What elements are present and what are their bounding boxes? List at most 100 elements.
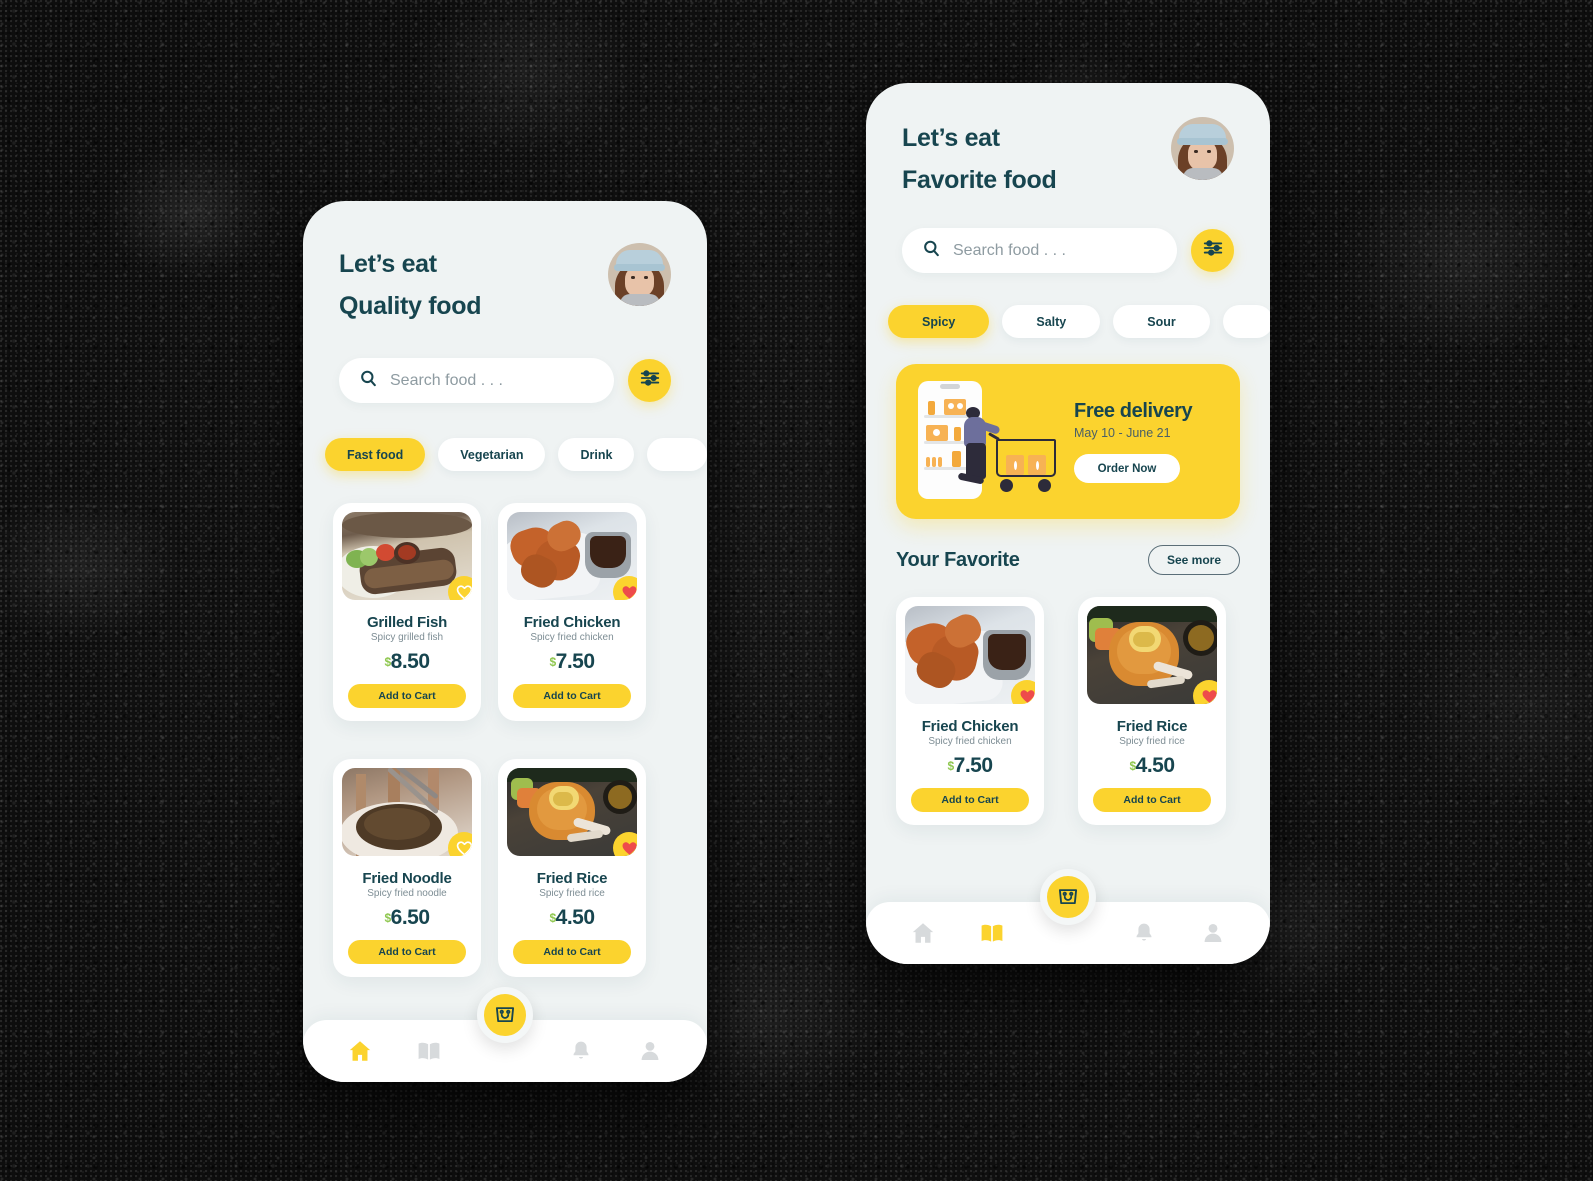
avatar-eye-left xyxy=(631,276,635,279)
nav-item-notifications[interactable] xyxy=(1124,921,1164,945)
food-name: Fried Noodle xyxy=(362,870,452,887)
search-placeholder: Search food . . . xyxy=(390,371,503,389)
food-card-fried-rice[interactable]: Fried Rice Spicy fried rice $4.50 Add to… xyxy=(498,759,646,977)
avatar-hat-brim xyxy=(1177,138,1228,145)
chip-overflow[interactable] xyxy=(647,438,707,471)
promo-banner[interactable]: Free delivery May 10 - June 21 Order Now xyxy=(896,364,1240,519)
category-chips: Spicy Salty Sour xyxy=(866,305,1270,338)
filter-button[interactable] xyxy=(1191,229,1234,272)
food-description: Spicy grilled fish xyxy=(370,632,444,643)
avatar-hat-brim xyxy=(614,264,665,271)
favorites-section-header: Your Favorite See more xyxy=(896,545,1240,575)
price-value: 4.50 xyxy=(555,906,595,929)
search-icon xyxy=(922,239,941,263)
food-grid: Grilled Fish Spicy grilled fish $8.50 Ad… xyxy=(303,503,707,977)
avatar-body xyxy=(1183,168,1223,180)
price-value: 8.50 xyxy=(390,650,430,673)
fried-rice-photo xyxy=(1087,606,1217,704)
price-value: 6.50 xyxy=(390,906,430,929)
fried-chicken-photo xyxy=(905,606,1035,704)
food-card-fried-rice[interactable]: Fried Rice Spicy fried rice $4.50 Add to… xyxy=(1078,597,1226,825)
avatar[interactable] xyxy=(608,243,671,306)
food-card-fried-chicken[interactable]: Fried Chicken Spicy fried chicken $7.50 … xyxy=(896,597,1044,825)
nav-item-notifications[interactable] xyxy=(561,1039,601,1063)
chip-spicy[interactable]: Spicy xyxy=(888,305,990,338)
screen-favorite-food: Let’s eat Favorite food Search food . . … xyxy=(866,83,1270,964)
avatar-eye-right xyxy=(1207,150,1211,153)
promo-subtitle: May 10 - June 21 xyxy=(1074,426,1171,440)
chip-salty[interactable]: Salty xyxy=(1002,305,1101,338)
food-description: Spicy fried noodle xyxy=(367,888,447,899)
search-input[interactable]: Search food . . . xyxy=(339,358,614,403)
food-price: $8.50 xyxy=(342,650,472,674)
food-description: Spicy fried rice xyxy=(1119,736,1185,747)
filter-button[interactable] xyxy=(628,359,671,402)
nav-item-profile[interactable] xyxy=(1193,921,1233,945)
nav-item-home[interactable] xyxy=(903,920,943,946)
add-to-cart-button[interactable]: Add to Cart xyxy=(911,788,1029,812)
chip-overflow[interactable] xyxy=(1222,305,1270,338)
add-to-cart-button[interactable]: Add to Cart xyxy=(348,684,466,708)
promo-title: Free delivery xyxy=(1074,400,1193,422)
grilled-fish-photo xyxy=(342,512,472,600)
food-card-fried-noodle[interactable]: Fried Noodle Spicy fried noodle $6.50 Ad… xyxy=(333,759,481,977)
favorite-toggle[interactable] xyxy=(613,832,637,856)
nav-item-home[interactable] xyxy=(340,1038,380,1064)
food-description: Spicy fried rice xyxy=(539,888,605,899)
food-card-fried-chicken[interactable]: Fried Chicken Spicy fried chicken $7.50 … xyxy=(498,503,646,721)
background-speckle-layer xyxy=(0,0,1593,1181)
nav-item-book[interactable] xyxy=(972,920,1012,946)
food-name: Fried Chicken xyxy=(523,614,621,631)
greeting-line-1: Let’s eat xyxy=(339,250,437,278)
food-name: Grilled Fish xyxy=(366,614,448,631)
avatar[interactable] xyxy=(1171,117,1234,180)
food-name: Fried Rice xyxy=(1116,718,1188,735)
sliders-filter-icon xyxy=(639,367,661,394)
header: Let’s eat Favorite food xyxy=(902,117,1234,201)
food-card-grilled-fish[interactable]: Grilled Fish Spicy grilled fish $8.50 Ad… xyxy=(333,503,481,721)
add-to-cart-button[interactable]: Add to Cart xyxy=(348,940,466,964)
food-price: $6.50 xyxy=(342,906,472,930)
phone-mockup-left: Let’s eat Quality food Search food . . .… xyxy=(303,201,707,1082)
favorite-toggle[interactable] xyxy=(613,576,637,600)
search-placeholder: Search food . . . xyxy=(953,241,1066,259)
search-input[interactable]: Search food . . . xyxy=(902,228,1177,273)
food-name: Fried Rice xyxy=(536,870,608,887)
search-row: Search food . . . xyxy=(902,228,1234,273)
favorite-toggle[interactable] xyxy=(1011,680,1035,704)
fried-rice-photo xyxy=(507,768,637,856)
nav-item-profile[interactable] xyxy=(630,1039,670,1063)
avatar-eye-right xyxy=(644,276,648,279)
nav-item-book[interactable] xyxy=(409,1038,449,1064)
page-title: Let’s eat Quality food xyxy=(339,243,482,327)
promo-text: Free delivery May 10 - June 21 Order Now xyxy=(1074,400,1193,483)
food-price: $7.50 xyxy=(507,650,637,674)
price-value: 4.50 xyxy=(1135,754,1175,777)
fried-noodle-photo xyxy=(342,768,472,856)
chip-fast-food[interactable]: Fast food xyxy=(325,438,426,471)
cart-fab-button[interactable] xyxy=(1040,869,1096,925)
greeting-line-2: Quality food xyxy=(339,292,482,320)
category-chips: Fast food Vegetarian Drink xyxy=(303,438,707,471)
food-price: $7.50 xyxy=(905,754,1035,778)
shopping-bag-icon xyxy=(492,1000,518,1031)
food-description: Spicy fried chicken xyxy=(928,736,1012,747)
add-to-cart-button[interactable]: Add to Cart xyxy=(513,684,631,708)
greeting-line-1: Let’s eat xyxy=(902,124,1000,152)
food-description: Spicy fried chicken xyxy=(530,632,614,643)
section-title: Your Favorite xyxy=(896,548,1020,571)
see-more-button[interactable]: See more xyxy=(1147,545,1240,575)
search-icon xyxy=(359,369,378,393)
food-price: $4.50 xyxy=(1087,754,1217,778)
favorites-grid: Fried Chicken Spicy fried chicken $7.50 … xyxy=(896,597,1240,825)
chip-sour[interactable]: Sour xyxy=(1113,305,1210,338)
add-to-cart-button[interactable]: Add to Cart xyxy=(1093,788,1211,812)
header: Let’s eat Quality food xyxy=(339,243,671,327)
chip-drink[interactable]: Drink xyxy=(558,438,635,471)
screen-quality-food: Let’s eat Quality food Search food . . .… xyxy=(303,201,707,1082)
favorite-toggle[interactable] xyxy=(1193,680,1217,704)
chip-vegetarian[interactable]: Vegetarian xyxy=(438,438,546,471)
add-to-cart-button[interactable]: Add to Cart xyxy=(513,940,631,964)
cart-fab-button[interactable] xyxy=(477,987,533,1043)
order-now-button[interactable]: Order Now xyxy=(1074,454,1180,483)
